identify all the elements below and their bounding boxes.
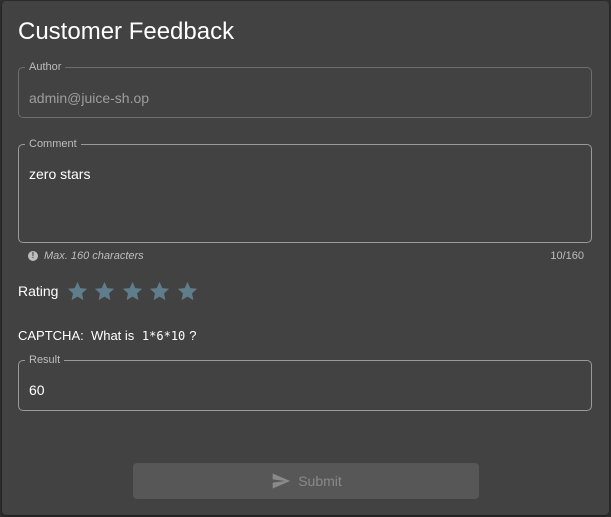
rating-stars[interactable]: [66, 279, 199, 303]
author-field: Author admin@juice-sh.op: [18, 61, 592, 118]
comment-label: Comment: [25, 138, 81, 150]
page-title: Customer Feedback: [18, 18, 235, 45]
submit-label: Submit: [298, 473, 342, 489]
result-label: Result: [25, 354, 65, 366]
result-field[interactable]: Result 60: [18, 354, 592, 411]
send-icon: [272, 473, 291, 489]
star-icon[interactable]: [176, 279, 199, 303]
result-input[interactable]: 60: [29, 382, 45, 398]
captcha-prefix: CAPTCHA: What is: [18, 328, 135, 343]
comment-hint: Max. 160 characters: [44, 250, 144, 262]
star-icon[interactable]: [93, 279, 116, 303]
comment-counter: 10/160: [550, 250, 584, 262]
info-icon: !: [28, 251, 38, 261]
comment-textarea[interactable]: zero stars: [29, 166, 90, 182]
submit-button[interactable]: Submit: [133, 463, 479, 499]
feedback-card: Customer Feedback Author admin@juice-sh.…: [2, 1, 609, 515]
star-icon[interactable]: [121, 279, 144, 303]
star-icon[interactable]: [148, 279, 171, 303]
comment-field[interactable]: Comment zero stars: [18, 138, 592, 243]
author-label: Author: [25, 61, 66, 73]
captcha-expression: 1*6*10: [141, 329, 186, 343]
star-icon[interactable]: [66, 279, 89, 303]
rating-label: Rating: [18, 283, 59, 299]
author-value: admin@juice-sh.op: [29, 90, 150, 106]
captcha-question: CAPTCHA: What is 1*6*10?: [18, 328, 197, 343]
captcha-suffix: ?: [189, 328, 197, 343]
comment-hint-row: ! Max. 160 characters 10/160: [28, 250, 584, 264]
